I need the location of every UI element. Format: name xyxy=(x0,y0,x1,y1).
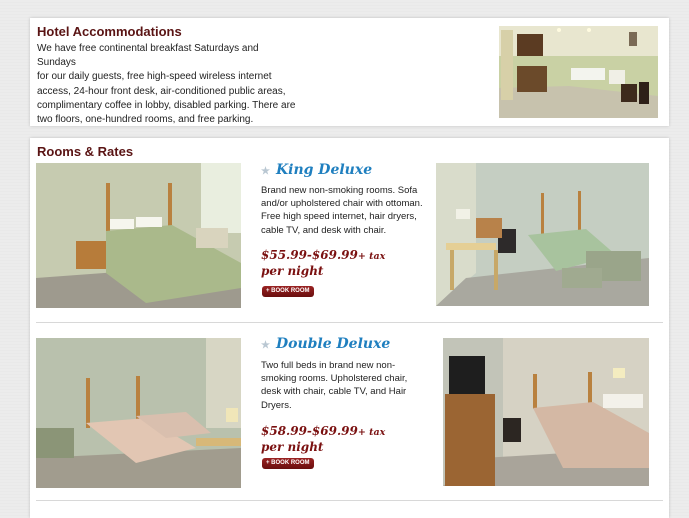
book-room-button-king[interactable]: + BOOK ROOM xyxy=(262,286,314,297)
room-price-king: $55.99-$69.99+ tax per night xyxy=(261,248,411,279)
hotel-description-line: complimentary coffee in lobby, disabled … xyxy=(37,99,296,111)
price-tax: + tax xyxy=(357,427,386,438)
room-divider xyxy=(36,322,663,323)
double-room-photo-left xyxy=(36,338,241,488)
price-suffix: per night xyxy=(261,440,324,454)
book-room-button-double[interactable]: + BOOK ROOM xyxy=(262,458,314,469)
star-icon: ★ xyxy=(261,340,270,351)
room-description-line: Brand new non-smoking rooms. Sofa xyxy=(261,185,418,196)
room-description-king: Brand new non-smoking rooms. Sofa and/or… xyxy=(261,184,423,237)
room-title-king[interactable]: ★ King Deluxe xyxy=(261,162,372,178)
rooms-rates-heading: Rooms & Rates xyxy=(37,144,134,159)
price-suffix: per night xyxy=(261,264,324,278)
rooms-rates-panel: Rooms & Rates ★ King Deluxe Brand new non… xyxy=(30,138,669,518)
price-range: $58.99-$69.99 xyxy=(261,424,358,438)
room-title-double[interactable]: ★ Double Deluxe xyxy=(261,336,390,352)
lobby-photo xyxy=(499,26,658,118)
room-description-line: Dryers. xyxy=(261,399,292,411)
room-description-double: Two full beds in brand new non- smoking … xyxy=(261,359,423,412)
room-description-line: smoking rooms. Upholstered chair, xyxy=(261,373,408,385)
double-room-photo-right xyxy=(443,338,649,486)
hotel-description-line: access, 24-hour front desk, air-conditio… xyxy=(37,85,286,97)
hotel-description-line: We have free continental breakfast Satur… xyxy=(37,43,259,69)
room-description-line: cable TV, and desk with chair. xyxy=(261,224,387,236)
hotel-description-line: for our daily guests, free high-speed wi… xyxy=(37,71,272,83)
room-description-line: and/or upholstered chair with ottoman. xyxy=(261,198,423,210)
hotel-accommodations-heading: Hotel Accommodations xyxy=(37,24,182,39)
king-room-photo-left xyxy=(36,163,241,308)
room-price-double: $58.99-$69.99+ tax per night xyxy=(261,424,411,455)
room-divider xyxy=(36,500,663,501)
room-name: Double Deluxe xyxy=(275,336,391,352)
hotel-description-line: two floors, one-hundred rooms, and free … xyxy=(37,114,254,126)
hotel-description: We have free continental breakfast Satur… xyxy=(37,42,297,127)
star-icon: ★ xyxy=(261,166,270,177)
room-description-line: Two full beds in brand new non- xyxy=(261,360,396,371)
room-description-line: Free high speed internet, hair dryers, xyxy=(261,211,417,223)
room-description-line: desk with chair, cable TV, and Hair xyxy=(261,386,407,398)
price-tax: + tax xyxy=(357,251,386,262)
king-room-photo-right xyxy=(436,163,649,306)
hotel-accommodations-panel: Hotel Accommodations We have free contin… xyxy=(30,18,669,126)
room-name: King Deluxe xyxy=(275,162,373,178)
price-range: $55.99-$69.99 xyxy=(261,248,358,262)
